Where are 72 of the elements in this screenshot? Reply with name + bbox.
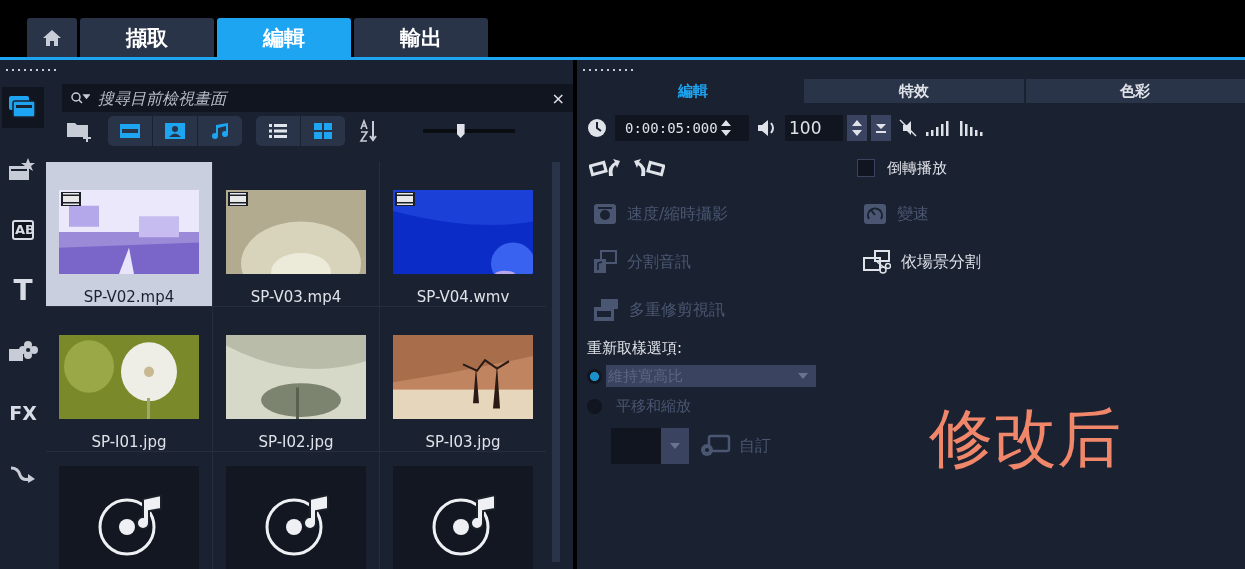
video-clip-icon	[395, 192, 415, 206]
search-field[interactable]: 搜尋目前檢視畫面 ×	[62, 84, 573, 112]
mute-icon[interactable]	[899, 119, 917, 137]
film-icon	[120, 124, 140, 138]
scrollbar[interactable]	[552, 162, 560, 562]
search-icon	[70, 91, 90, 105]
list-icon	[269, 123, 287, 139]
grid-view-button[interactable]	[301, 116, 345, 146]
video-filter-button[interactable]	[108, 116, 152, 146]
sidebar-item[interactable]: FX	[2, 392, 44, 433]
media-clip[interactable]: SP-V03.mp4	[213, 162, 379, 306]
media-clip[interactable]: SP-I02.jpg	[213, 307, 379, 451]
speaker-icon	[757, 119, 777, 137]
clip-name: SP-V03.mp4	[250, 288, 342, 306]
caret-icon	[670, 443, 680, 449]
clip-name: SP-I01.jpg	[91, 433, 167, 451]
home-tab[interactable]	[27, 18, 77, 57]
speedometer-icon	[863, 203, 887, 225]
volume-menu-button[interactable]	[871, 115, 891, 141]
clip-name: SP-I02.jpg	[258, 433, 334, 451]
nav-tab[interactable]: 輸出	[354, 18, 488, 57]
video-clip-icon	[228, 192, 248, 206]
gear-screen-icon	[699, 434, 731, 458]
media-library-icon	[8, 94, 38, 121]
caret-icon	[798, 373, 808, 379]
annotation: 修改后	[929, 400, 1121, 477]
down-arrow-icon	[875, 122, 887, 134]
photo-filter-button[interactable]	[153, 116, 197, 146]
fade-in-icon[interactable]	[925, 120, 951, 136]
rotate-right-icon[interactable]	[633, 158, 665, 178]
list-view-button[interactable]	[256, 116, 300, 146]
volume-field[interactable]: 100	[785, 115, 843, 141]
film-strips-icon	[593, 298, 619, 322]
duration-field[interactable]: 0:00:05:000	[615, 115, 749, 141]
video-clip-icon	[61, 192, 81, 206]
spin-arrows-icon[interactable]	[719, 119, 732, 137]
clip-name: SP-V04.wmv	[416, 288, 510, 306]
radio-label: 平移和縮放	[616, 396, 691, 416]
clear-button[interactable]: ×	[551, 88, 565, 108]
clock-icon	[587, 118, 607, 138]
home-icon	[42, 28, 62, 47]
media-clip[interactable]	[213, 452, 379, 569]
sidebar-item[interactable]: T	[2, 270, 44, 311]
media-clip[interactable]: SP-I03.jpg	[380, 307, 546, 451]
media-clip[interactable]	[46, 452, 212, 569]
media-clip[interactable]: SP-V04.wmv	[380, 162, 546, 306]
options-tab[interactable]: 色彩	[1025, 79, 1245, 103]
media-clip[interactable]: SP-V02.mp4	[46, 162, 212, 306]
film-note-icon	[593, 250, 617, 274]
audio-filter-button[interactable]	[198, 116, 242, 146]
photo-icon	[165, 123, 185, 139]
spin-arrows-icon	[851, 119, 863, 137]
sidebar-tool[interactable]	[2, 87, 44, 128]
volume-spin-button[interactable]	[847, 115, 867, 141]
thumbnail-size-slider[interactable]	[423, 124, 515, 138]
options-tab[interactable]: 特效	[804, 79, 1024, 103]
section-label: 重新取樣選項:	[587, 339, 684, 358]
checkbox-label: 倒轉播放	[887, 158, 947, 178]
media-clip[interactable]: SP-I01.jpg	[46, 307, 212, 451]
fade-out-icon[interactable]	[959, 120, 985, 136]
rotate-left-icon[interactable]	[589, 158, 621, 178]
speed-icon	[593, 203, 617, 225]
clip-name: SP-I03.jpg	[425, 433, 501, 451]
grid-icon	[314, 123, 332, 139]
nav-tab[interactable]: 擷取	[80, 18, 214, 57]
action-button[interactable]: 依場景分割	[863, 249, 1133, 275]
sort-icon[interactable]	[359, 119, 379, 143]
music-note-icon	[211, 122, 229, 140]
media-clip[interactable]	[380, 452, 546, 569]
film-scissors-icon	[863, 250, 891, 274]
checkbox[interactable]	[857, 159, 875, 177]
clip-name: SP-V02.mp4	[83, 288, 175, 306]
